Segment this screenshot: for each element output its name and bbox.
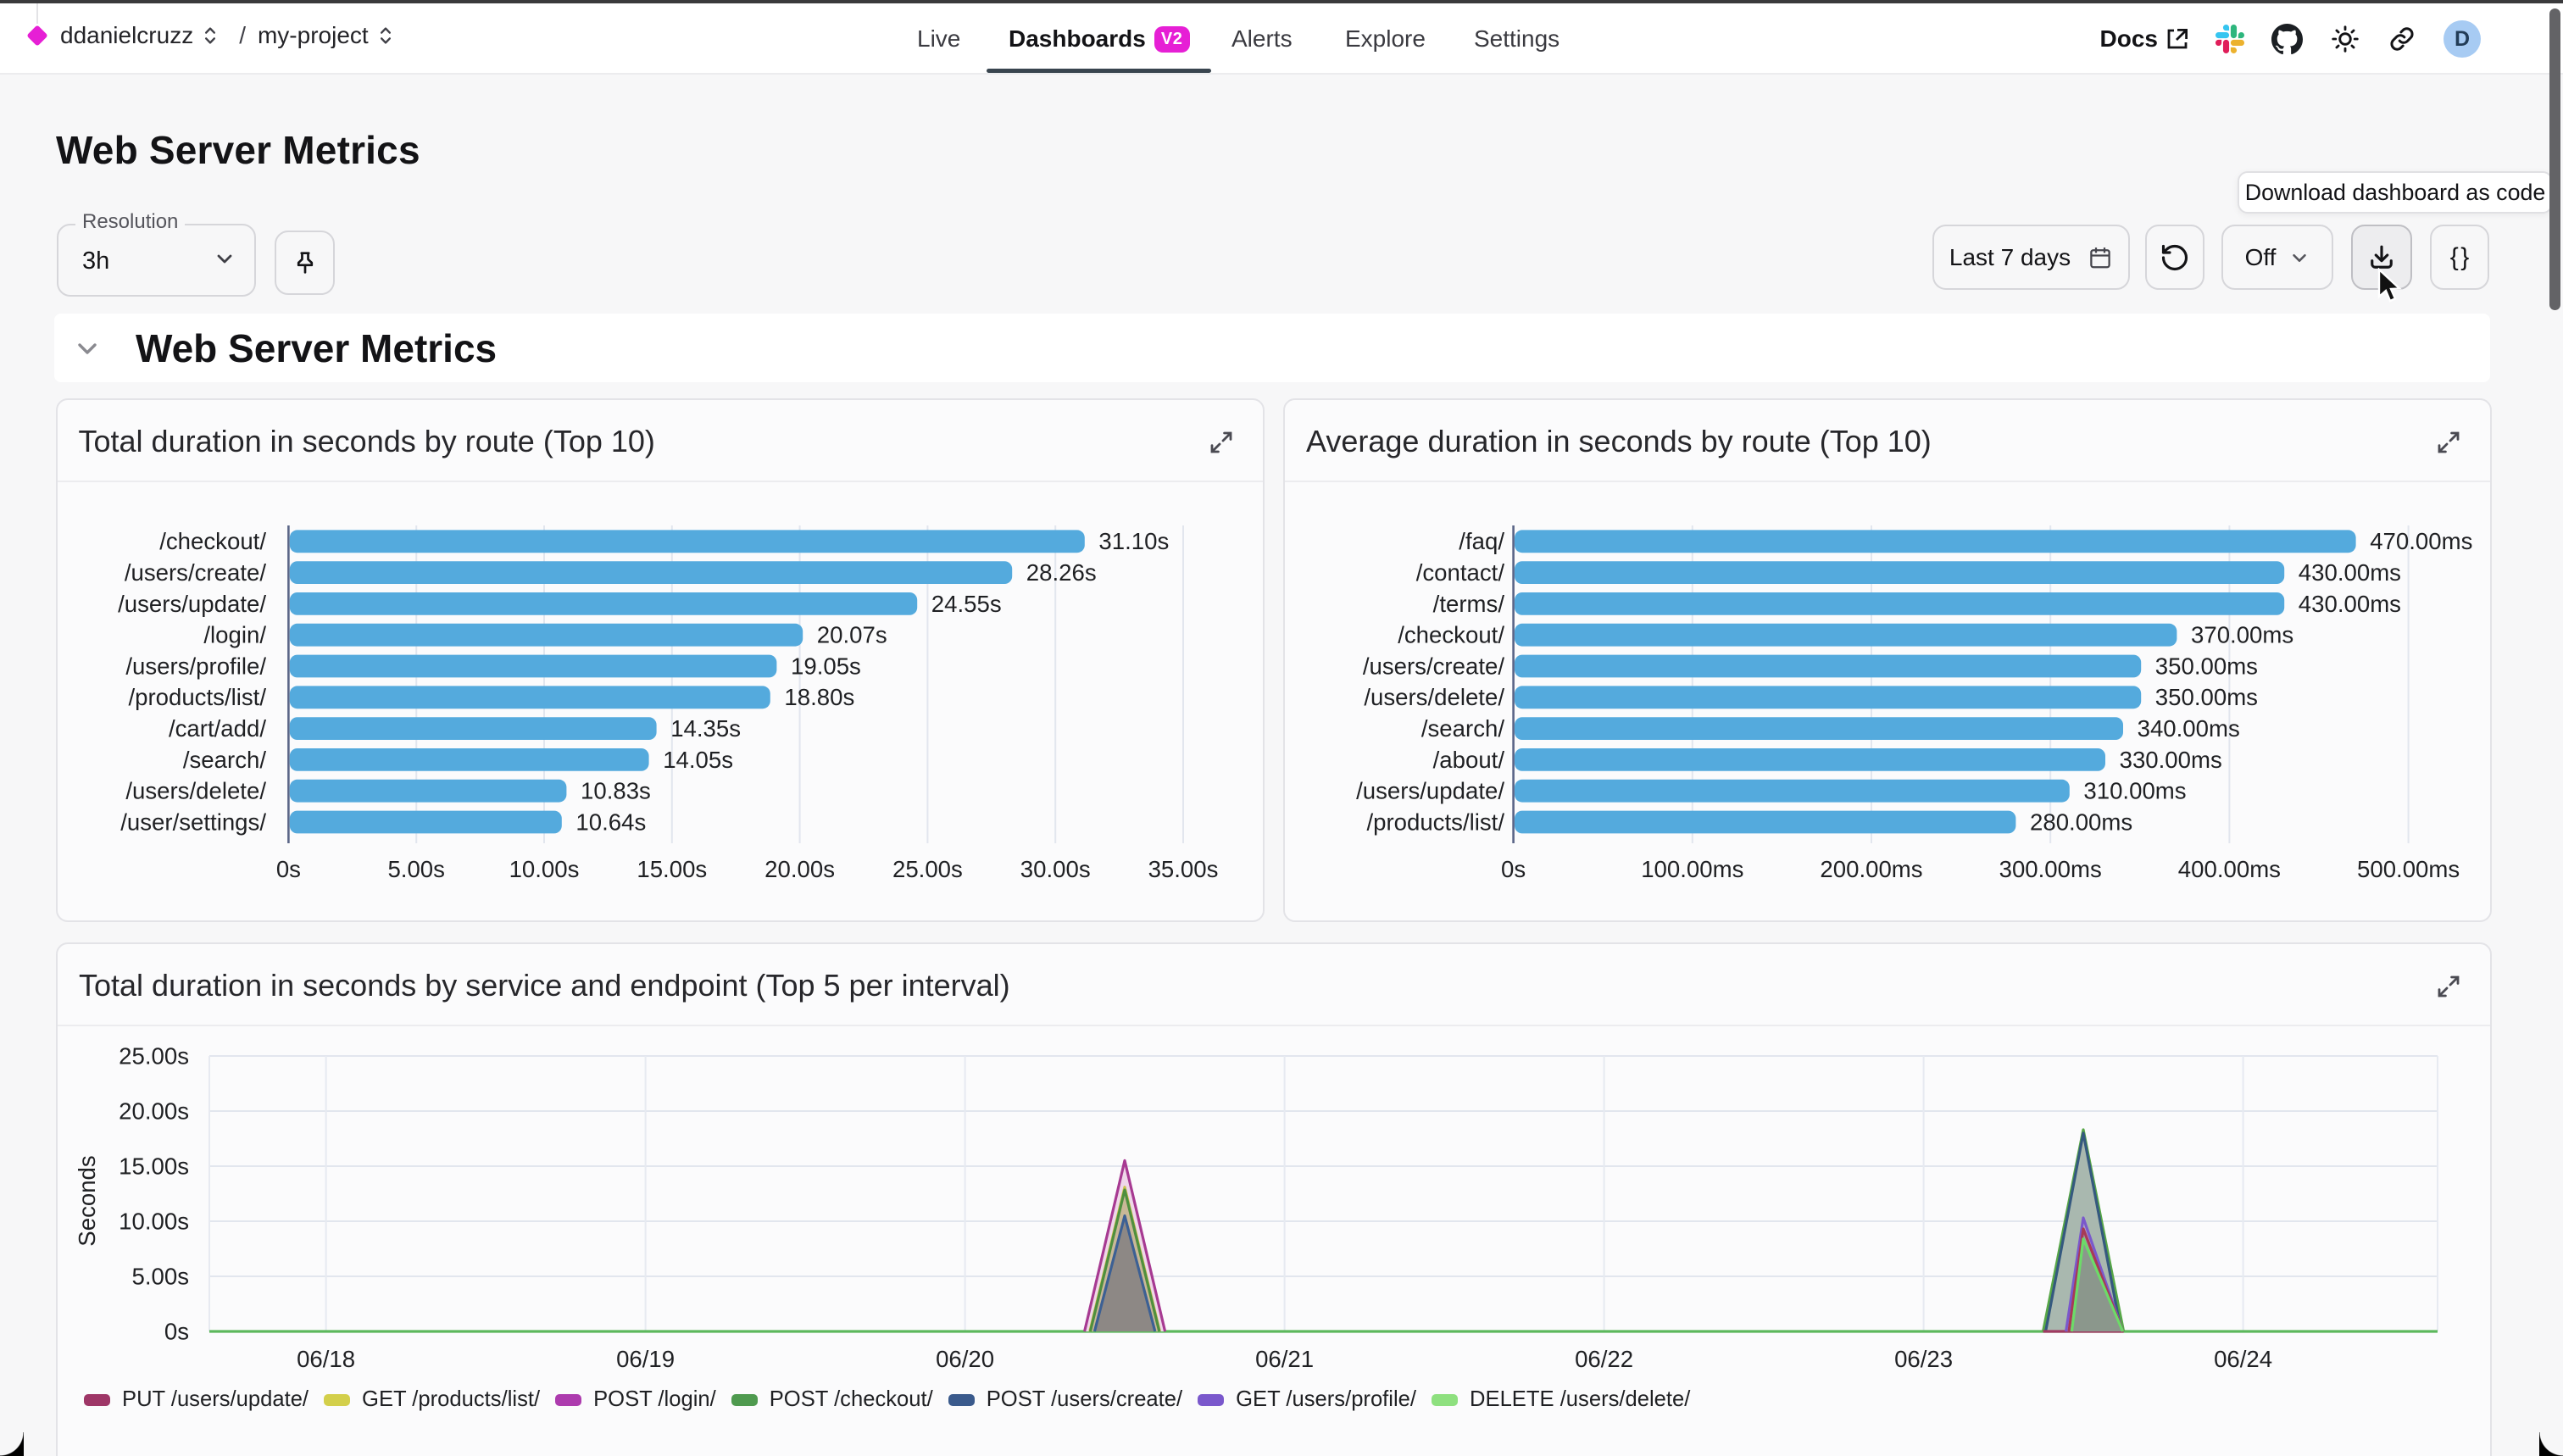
svg-text:18.80s: 18.80s <box>784 684 854 710</box>
svg-text:06/20: 06/20 <box>936 1346 994 1372</box>
svg-text:280.00ms: 280.00ms <box>2030 809 2132 835</box>
svg-text:35.00s: 35.00s <box>1148 856 1218 882</box>
svg-text:20.00s: 20.00s <box>764 856 835 882</box>
svg-text:/users/update/: /users/update/ <box>1356 777 1504 803</box>
svg-text:0s: 0s <box>164 1318 189 1344</box>
svg-text:/terms/: /terms/ <box>1433 590 1505 616</box>
svg-text:Seconds: Seconds <box>74 1155 100 1246</box>
svg-text:/user/settings/: /user/settings/ <box>120 809 266 835</box>
svg-text:500.00ms: 500.00ms <box>2357 856 2460 882</box>
svg-text:5.00s: 5.00s <box>131 1263 189 1289</box>
svg-text:100.00ms: 100.00ms <box>1641 856 1743 882</box>
svg-text:0s: 0s <box>1501 856 1526 882</box>
svg-text:300.00ms: 300.00ms <box>1999 856 2102 882</box>
svg-text:10.83s: 10.83s <box>581 777 651 803</box>
svg-text:06/18: 06/18 <box>297 1346 355 1372</box>
svg-text:310.00ms: 310.00ms <box>2083 777 2186 803</box>
svg-text:10.00s: 10.00s <box>509 856 579 882</box>
svg-text:/checkout/: /checkout/ <box>159 528 266 554</box>
svg-text:14.05s: 14.05s <box>663 746 733 772</box>
svg-text:06/21: 06/21 <box>1255 1346 1314 1372</box>
svg-text:/users/update/: /users/update/ <box>118 590 266 616</box>
svg-text:/users/profile/: /users/profile/ <box>125 653 266 679</box>
svg-text:400.00ms: 400.00ms <box>2178 856 2281 882</box>
svg-text:30.00s: 30.00s <box>1020 856 1090 882</box>
svg-text:/cart/add/: /cart/add/ <box>168 715 265 742</box>
svg-text:25.00s: 25.00s <box>119 1042 189 1069</box>
svg-text:/users/delete/: /users/delete/ <box>125 777 266 803</box>
svg-text:0s: 0s <box>275 856 300 882</box>
svg-text:14.35s: 14.35s <box>670 715 741 742</box>
svg-text:430.00ms: 430.00ms <box>2299 559 2401 586</box>
svg-text:470.00ms: 470.00ms <box>2370 528 2472 554</box>
svg-text:10.00s: 10.00s <box>119 1208 189 1234</box>
svg-text:/login/: /login/ <box>203 621 266 647</box>
svg-text:20.07s: 20.07s <box>816 621 887 647</box>
svg-text:430.00ms: 430.00ms <box>2299 590 2401 616</box>
svg-text:/checkout/: /checkout/ <box>1398 621 1504 647</box>
svg-text:/products/list/: /products/list/ <box>1366 809 1504 835</box>
svg-text:25.00s: 25.00s <box>892 856 962 882</box>
svg-text:20.00s: 20.00s <box>119 1098 189 1124</box>
svg-text:350.00ms: 350.00ms <box>2155 653 2258 679</box>
svg-text:15.00s: 15.00s <box>119 1153 189 1179</box>
svg-text:/search/: /search/ <box>182 746 265 772</box>
svg-text:06/19: 06/19 <box>616 1346 675 1372</box>
svg-text:/users/delete/: /users/delete/ <box>1364 684 1504 710</box>
svg-text:330.00ms: 330.00ms <box>2120 746 2222 772</box>
svg-text:/about/: /about/ <box>1433 746 1505 772</box>
svg-text:200.00ms: 200.00ms <box>1820 856 1922 882</box>
svg-text:350.00ms: 350.00ms <box>2155 684 2258 710</box>
svg-text:/users/create/: /users/create/ <box>124 559 265 586</box>
svg-text:/contact/: /contact/ <box>1416 559 1505 586</box>
svg-text:28.26s: 28.26s <box>1026 559 1096 586</box>
svg-text:/products/list/: /products/list/ <box>128 684 266 710</box>
svg-text:5.00s: 5.00s <box>387 856 445 882</box>
svg-text:/faq/: /faq/ <box>1459 528 1504 554</box>
svg-text:/search/: /search/ <box>1421 715 1504 742</box>
svg-text:06/23: 06/23 <box>1894 1346 1953 1372</box>
svg-text:10.64s: 10.64s <box>575 809 646 835</box>
svg-text:31.10s: 31.10s <box>1098 528 1169 554</box>
svg-text:370.00ms: 370.00ms <box>2191 621 2293 647</box>
svg-text:340.00ms: 340.00ms <box>2138 715 2240 742</box>
svg-text:15.00s: 15.00s <box>637 856 707 882</box>
svg-text:19.05s: 19.05s <box>791 653 861 679</box>
svg-text:06/22: 06/22 <box>1575 1346 1633 1372</box>
svg-text:/users/create/: /users/create/ <box>1363 653 1504 679</box>
svg-text:06/24: 06/24 <box>2214 1346 2272 1372</box>
svg-text:24.55s: 24.55s <box>931 590 1001 616</box>
